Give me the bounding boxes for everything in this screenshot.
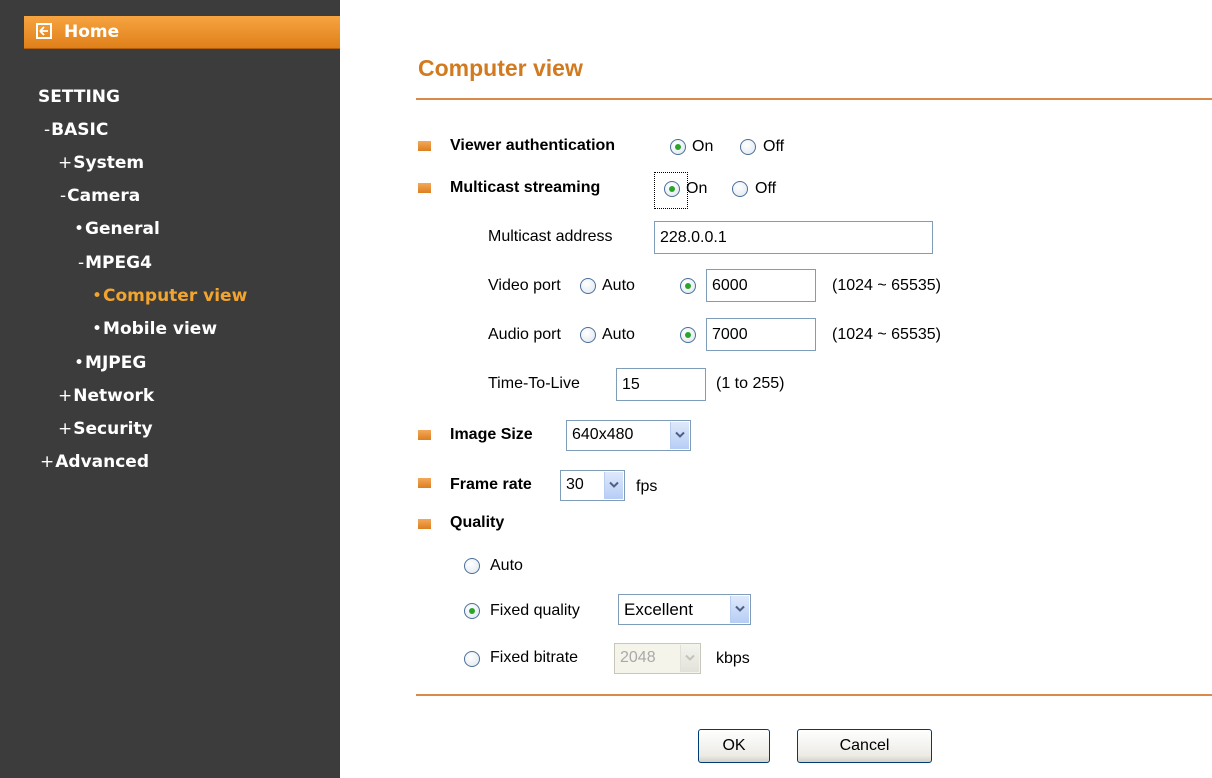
nav-mjpeg-label: MJPEG <box>85 353 147 373</box>
bottom-divider <box>416 694 1212 696</box>
audio-port-label: Audio port <box>488 326 561 343</box>
fixed-bitrate-label: Fixed bitrate <box>490 649 579 666</box>
multicast-label: Multicast streaming <box>450 179 601 196</box>
nav-mobile-view[interactable]: •Mobile view <box>92 319 217 339</box>
nav-mjpeg[interactable]: •MJPEG <box>74 353 146 373</box>
multicast-off-label: Off <box>755 180 777 197</box>
audio-port-manual-radio[interactable] <box>680 327 696 343</box>
chevron-down-icon <box>730 596 749 623</box>
nav-security-label: Security <box>73 419 153 439</box>
chevron-down-icon <box>680 645 699 672</box>
nav-security[interactable]: +Security <box>58 419 153 439</box>
section-bullet <box>418 478 431 488</box>
fixed-bitrate-value: 2048 <box>620 649 656 666</box>
frame-rate-unit: fps <box>636 478 658 495</box>
viewer-auth-on-radio[interactable] <box>670 139 686 155</box>
page-title: Computer view <box>418 55 583 81</box>
audio-port-range: (1024 ~ 65535) <box>832 326 941 343</box>
quality-auto-radio[interactable] <box>464 558 480 574</box>
nav-network[interactable]: +Network <box>58 386 154 406</box>
image-size-label: Image Size <box>450 426 533 443</box>
viewer-auth-off-label: Off <box>763 138 785 155</box>
section-bullet <box>418 183 431 193</box>
chevron-down-icon <box>604 472 623 499</box>
ttl-input[interactable] <box>616 368 706 401</box>
bitrate-unit: kbps <box>716 650 750 667</box>
fixed-bitrate-radio[interactable] <box>464 651 480 667</box>
section-bullet <box>418 430 431 440</box>
nav-general-label: General <box>85 219 160 239</box>
nav-computer-view-label: Computer view <box>103 286 248 306</box>
nav-mpeg4[interactable]: -MPEG4 <box>78 253 152 273</box>
multicast-off-radio[interactable] <box>732 181 748 197</box>
cancel-button[interactable]: Cancel <box>797 729 932 763</box>
fixed-quality-value: Excellent <box>624 600 693 619</box>
nav-system-label: System <box>73 153 145 173</box>
ok-button[interactable]: OK <box>698 729 770 763</box>
home-label: Home <box>64 22 120 42</box>
nav-mpeg4-label: MPEG4 <box>85 253 152 273</box>
viewer-auth-off-radio[interactable] <box>740 139 756 155</box>
multicast-address-input[interactable] <box>654 221 933 254</box>
video-port-auto-label: Auto <box>602 277 635 294</box>
audio-port-input[interactable] <box>706 318 816 351</box>
fixed-quality-radio[interactable] <box>464 603 480 619</box>
nav-advanced-label: Advanced <box>55 452 150 472</box>
frame-rate-value: 30 <box>566 476 584 493</box>
nav-computer-view[interactable]: •Computer view <box>92 286 247 306</box>
ttl-label: Time-To-Live <box>488 375 580 392</box>
ttl-range: (1 to 255) <box>716 375 785 392</box>
frame-rate-select[interactable]: 30 <box>560 470 625 501</box>
nav-general[interactable]: •General <box>74 219 160 239</box>
top-divider <box>416 98 1212 100</box>
quality-label: Quality <box>450 514 505 531</box>
video-port-manual-radio[interactable] <box>680 278 696 294</box>
image-size-value: 640x480 <box>572 426 634 443</box>
setting-heading: SETTING <box>38 87 120 107</box>
video-port-input[interactable] <box>706 269 816 302</box>
nav-basic-label: BASIC <box>51 120 109 140</box>
fixed-quality-label: Fixed quality <box>490 602 580 619</box>
sidebar: Home SETTING -BASIC +System -Camera •Gen… <box>0 0 340 778</box>
nav-system[interactable]: +System <box>58 153 144 173</box>
video-port-label: Video port <box>488 277 561 294</box>
nav-mobile-view-label: Mobile view <box>103 319 218 339</box>
nav-camera[interactable]: -Camera <box>60 186 140 206</box>
frame-rate-label: Frame rate <box>450 476 532 493</box>
nav-network-label: Network <box>73 386 155 406</box>
audio-port-auto-label: Auto <box>602 326 635 343</box>
viewer-auth-label: Viewer authentication <box>450 137 616 154</box>
multicast-on-label: On <box>686 180 708 197</box>
multicast-address-label: Multicast address <box>488 228 613 245</box>
audio-port-auto-radio[interactable] <box>580 327 596 343</box>
nav-advanced[interactable]: +Advanced <box>40 452 149 472</box>
nav-basic[interactable]: -BASIC <box>44 120 108 140</box>
viewer-auth-on-label: On <box>692 138 714 155</box>
home-link[interactable]: Home <box>24 16 340 49</box>
image-size-select[interactable]: 640x480 <box>566 420 691 451</box>
chevron-down-icon <box>670 422 689 449</box>
video-port-range: (1024 ~ 65535) <box>832 277 941 294</box>
back-arrow-icon <box>36 23 52 39</box>
nav-camera-label: Camera <box>67 186 141 206</box>
fixed-bitrate-select: 2048 <box>614 643 701 674</box>
section-bullet <box>418 141 431 151</box>
quality-auto-label: Auto <box>490 557 523 574</box>
multicast-on-radio[interactable] <box>664 181 680 197</box>
video-port-auto-radio[interactable] <box>580 278 596 294</box>
section-bullet <box>418 519 431 529</box>
fixed-quality-select[interactable]: Excellent <box>618 594 751 625</box>
